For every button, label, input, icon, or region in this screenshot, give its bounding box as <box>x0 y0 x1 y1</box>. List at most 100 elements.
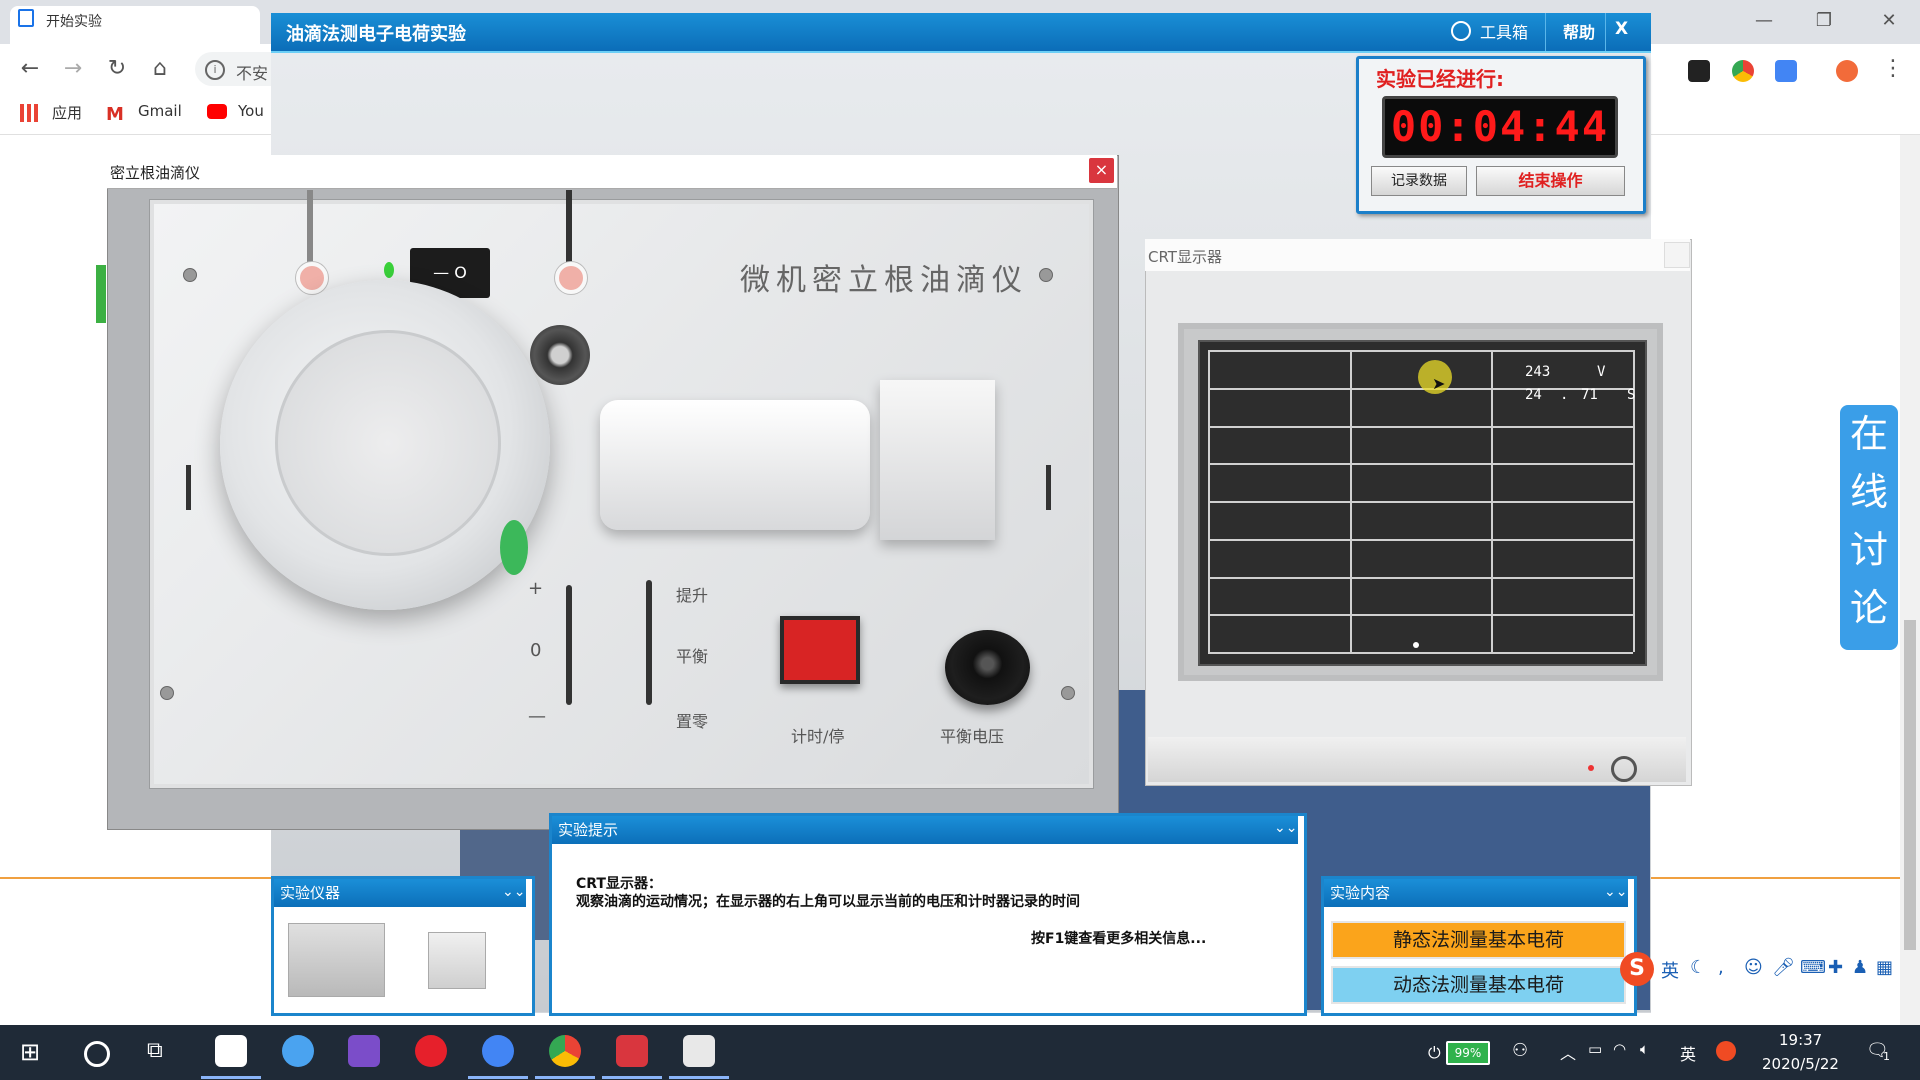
instrument-window-title: 密立根油滴仪 <box>110 164 201 182</box>
crt-voltage-value: 243 <box>1525 364 1551 380</box>
mouse-cursor-icon: ➤ <box>1432 374 1446 393</box>
gmail-icon: M <box>106 104 124 125</box>
crt-grid-line <box>1208 350 1633 352</box>
screw <box>1061 686 1075 700</box>
help-button[interactable]: 帮助 <box>1563 19 1595 43</box>
battery-tray-icon[interactable]: ▭ <box>1588 1040 1602 1058</box>
crt-grid-line <box>1208 350 1210 652</box>
input-language-indicator[interactable]: 英 <box>1680 1041 1696 1065</box>
task-view-icon[interactable]: ⧉ <box>147 1038 163 1063</box>
instrument-thumbnail-crt[interactable] <box>428 932 486 989</box>
sogou-tray-icon[interactable] <box>1716 1041 1736 1061</box>
app-close-button[interactable]: X <box>1615 19 1628 39</box>
ime-mode-toggle[interactable]: 英 <box>1661 957 1679 983</box>
balance-voltage-knob[interactable] <box>945 630 1030 705</box>
chrome-icon[interactable] <box>549 1035 581 1067</box>
cloud-app-icon[interactable] <box>282 1035 314 1067</box>
crt-close-button[interactable] <box>1664 242 1690 268</box>
microscope-focus-knob[interactable] <box>530 325 590 385</box>
polarity-switch-lever[interactable] <box>566 585 572 705</box>
hint-more-info: 按F1键查看更多相关信息... <box>1031 931 1207 947</box>
crt-grid-line <box>1208 501 1633 503</box>
terminal-post <box>296 262 328 294</box>
minimize-window-button[interactable]: — <box>1740 6 1788 36</box>
dynamic-method-button[interactable]: 动态法测量基本电荷 <box>1331 966 1626 1004</box>
punctuation-icon[interactable]: , <box>1718 957 1724 978</box>
polarity-minus-label: — <box>528 706 546 727</box>
baidu-app-icon[interactable] <box>215 1035 247 1067</box>
monitor-base <box>1148 737 1686 782</box>
home-icon[interactable]: ⌂ <box>145 56 175 81</box>
clock-time[interactable]: 19:37 <box>1779 1031 1822 1049</box>
static-method-button[interactable]: 静态法测量基本电荷 <box>1331 921 1626 959</box>
mode-zero-label: 置零 <box>676 712 709 731</box>
elapsed-label: 实验已经进行: <box>1376 67 1504 91</box>
record-data-button[interactable]: 记录数据 <box>1371 166 1467 196</box>
windows-start-icon[interactable]: ⊞ <box>20 1038 40 1066</box>
crt-time-unit: S <box>1627 387 1636 403</box>
active-app-indicator <box>669 1076 729 1079</box>
collapse-chevron-icon[interactable]: ⌄⌄ <box>1604 884 1627 900</box>
online-discussion-button[interactable]: 在 线 讨 论 <box>1840 405 1898 650</box>
menu-kebab-icon[interactable]: ⋮ <box>1882 56 1904 81</box>
microphone-icon[interactable]: 🎤︎ <box>1772 957 1795 978</box>
active-app-indicator <box>602 1076 662 1079</box>
battery-indicator[interactable]: 99% <box>1446 1041 1490 1065</box>
sogou-ime-logo[interactable]: S <box>1620 952 1654 986</box>
chrome-dev-icon[interactable] <box>482 1035 514 1067</box>
page-green-marker <box>96 265 106 323</box>
moon-icon[interactable]: ☾ <box>1690 957 1706 978</box>
scrollbar-thumb[interactable] <box>1904 620 1916 950</box>
people-icon[interactable]: ⚇ <box>1512 1040 1528 1061</box>
instrument-title-bar[interactable] <box>107 155 1117 189</box>
apps-grid-icon[interactable] <box>20 104 38 122</box>
tray-expand-icon[interactable]: ︿ <box>1560 1040 1576 1064</box>
maximize-window-button[interactable]: ❐ <box>1800 6 1848 36</box>
screw <box>160 686 174 700</box>
media-app-icon[interactable] <box>616 1035 648 1067</box>
crt-title-bar[interactable] <box>1145 239 1690 271</box>
crt-time-fraction: 71 <box>1581 387 1598 403</box>
keyboard-icon[interactable]: ⌨ <box>1800 957 1826 978</box>
oil-sprayer-bulb[interactable] <box>500 520 528 575</box>
discuss-char: 论 <box>1849 586 1888 630</box>
mode-switch-lever[interactable] <box>646 580 652 705</box>
cortana-search-icon[interactable] <box>84 1041 110 1067</box>
cable <box>307 190 313 270</box>
visual-studio-icon[interactable] <box>348 1035 380 1067</box>
experiment-app-icon[interactable] <box>683 1035 715 1067</box>
skin-icon[interactable]: ♟ <box>1852 957 1868 978</box>
extension-icon[interactable] <box>1688 60 1710 82</box>
profile-icon[interactable] <box>1836 60 1858 82</box>
wifi-icon[interactable]: ◠ <box>1613 1040 1626 1058</box>
bookmark-apps[interactable]: 应用 <box>52 102 82 123</box>
instrument-close-button[interactable]: × <box>1089 158 1114 183</box>
info-icon[interactable]: i <box>205 60 225 80</box>
instruments-panel-title: 实验仪器 <box>280 884 341 902</box>
hint-heading: CRT显示器： <box>576 876 662 892</box>
forward-icon[interactable]: → <box>58 56 88 81</box>
back-icon[interactable]: ← <box>15 56 45 81</box>
collapse-chevron-icon[interactable]: ⌄⌄ <box>502 884 525 900</box>
end-operation-button[interactable]: 结束操作 <box>1476 166 1625 196</box>
bookmark-gmail[interactable]: Gmail <box>138 102 182 120</box>
monitor-led <box>1588 765 1594 771</box>
hint-panel-title: 实验提示 <box>558 821 619 839</box>
volume-icon[interactable]: 🔈︎ <box>1640 1040 1649 1058</box>
close-window-button[interactable]: ✕ <box>1865 6 1913 36</box>
emoji-icon[interactable]: ☺ <box>1744 957 1763 978</box>
toolbox-ime-icon[interactable]: ✚ <box>1828 957 1843 978</box>
address-text[interactable]: 不安 <box>236 60 268 84</box>
instrument-thumbnail-millikan[interactable] <box>288 923 385 997</box>
netease-music-icon[interactable] <box>415 1035 447 1067</box>
toolbox-button[interactable]: 工具箱 <box>1480 19 1528 43</box>
timer-start-stop-button[interactable] <box>780 616 860 684</box>
translate-icon[interactable] <box>1775 60 1797 82</box>
clock-date[interactable]: 2020/5/22 <box>1762 1055 1839 1073</box>
bookmark-youtube[interactable]: You <box>238 102 264 120</box>
grid-menu-icon[interactable]: ▦ <box>1876 957 1893 978</box>
reload-icon[interactable]: ↻ <box>102 56 132 81</box>
collapse-chevron-icon[interactable]: ⌄⌄ <box>1274 820 1297 836</box>
chrome-extension-icon[interactable] <box>1732 60 1754 82</box>
monitor-power-button[interactable] <box>1611 756 1637 782</box>
